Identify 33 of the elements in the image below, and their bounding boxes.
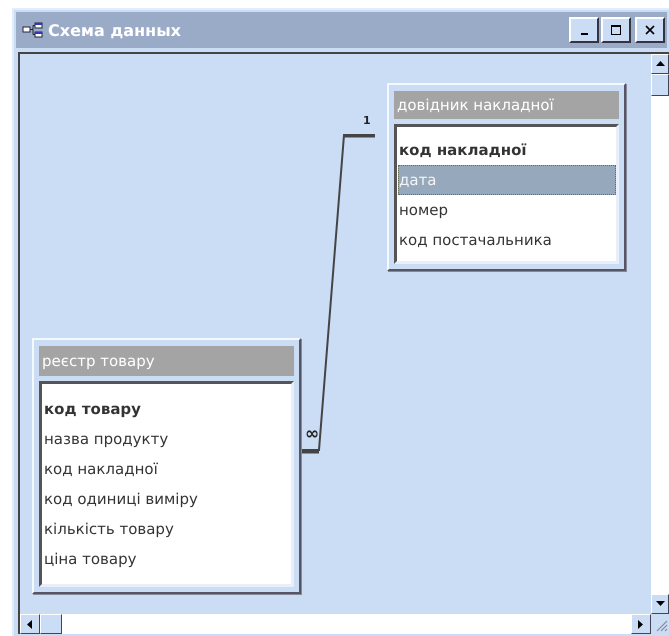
scroll-left-button[interactable] (20, 614, 40, 634)
maximize-button[interactable] (601, 17, 631, 43)
scroll-up-button[interactable] (651, 54, 669, 74)
field-item[interactable]: код накладної (398, 135, 616, 165)
window-title: Схема данных (48, 20, 182, 40)
scroll-thumb[interactable] (40, 614, 62, 634)
triangle-down-icon (656, 601, 664, 607)
field-item[interactable]: код накладної (43, 454, 291, 484)
scroll-down-button[interactable] (651, 594, 669, 614)
triangle-right-icon (638, 620, 644, 628)
table-box[interactable]: довідник накладної код накладної дата номер код постачальника (387, 83, 626, 271)
close-button[interactable] (635, 17, 665, 43)
scroll-thumb[interactable] (651, 74, 669, 96)
minimize-button[interactable] (569, 17, 599, 43)
field-item[interactable]: код товару (43, 394, 291, 424)
diagram-icon (22, 22, 44, 38)
vertical-scrollbar[interactable] (651, 54, 669, 614)
horizontal-scrollbar[interactable] (20, 614, 651, 634)
cardinality-label: 1 (363, 114, 371, 127)
field-item[interactable]: код постачальника (398, 225, 616, 255)
field-item[interactable]: номер (398, 195, 616, 225)
field-item[interactable]: ціна товару (43, 544, 291, 574)
scroll-right-button[interactable] (631, 614, 651, 634)
table-box[interactable]: реєстр товару код товару назва продукту код накладної код одиниці виміру кількість товару ціна товару (32, 338, 301, 594)
triangle-up-icon (656, 61, 664, 67)
close-icon (644, 24, 656, 36)
cardinality-label: ∞ (305, 426, 320, 443)
maximize-icon (610, 24, 622, 36)
field-item[interactable]: код одиниці виміру (43, 484, 291, 514)
minimize-icon (580, 33, 588, 35)
triangle-left-icon (27, 620, 33, 628)
field-item[interactable]: назва продукту (43, 424, 291, 454)
field-item[interactable]: кількість товару (43, 514, 291, 544)
